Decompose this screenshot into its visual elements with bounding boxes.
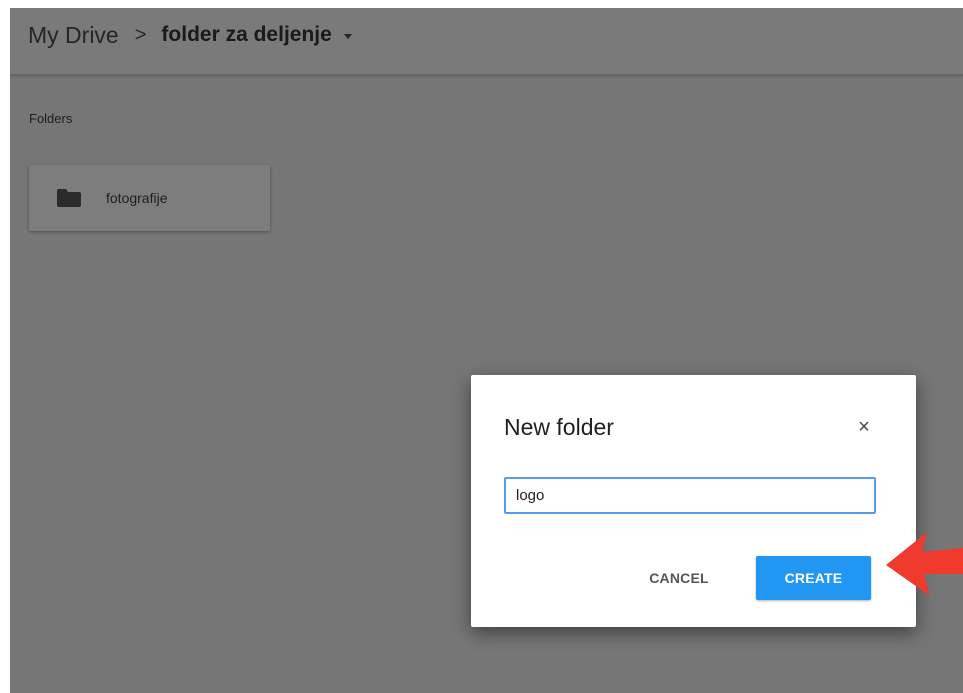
- dialog-title: New folder: [504, 414, 614, 440]
- close-icon[interactable]: ×: [854, 417, 874, 437]
- folder-card[interactable]: fotografije: [29, 165, 270, 231]
- red-arrow-annotation-icon: [884, 528, 963, 603]
- new-folder-dialog: New folder × CANCEL CREATE: [471, 375, 916, 627]
- folder-icon: [56, 188, 82, 208]
- cancel-button[interactable]: CANCEL: [634, 556, 724, 600]
- breadcrumb-my-drive[interactable]: My Drive: [28, 22, 119, 49]
- folder-name-input[interactable]: [504, 477, 876, 514]
- breadcrumb-current-folder[interactable]: folder za deljenje: [161, 23, 331, 47]
- top-bar: My Drive > folder za deljenje: [10, 8, 963, 76]
- folder-name: fotografije: [106, 190, 168, 206]
- breadcrumb-separator-icon: >: [134, 23, 147, 46]
- folders-section-label: Folders: [29, 111, 73, 126]
- create-button[interactable]: CREATE: [756, 556, 871, 600]
- breadcrumb: My Drive > folder za deljenje: [28, 20, 352, 50]
- dropdown-caret-icon[interactable]: [343, 34, 352, 39]
